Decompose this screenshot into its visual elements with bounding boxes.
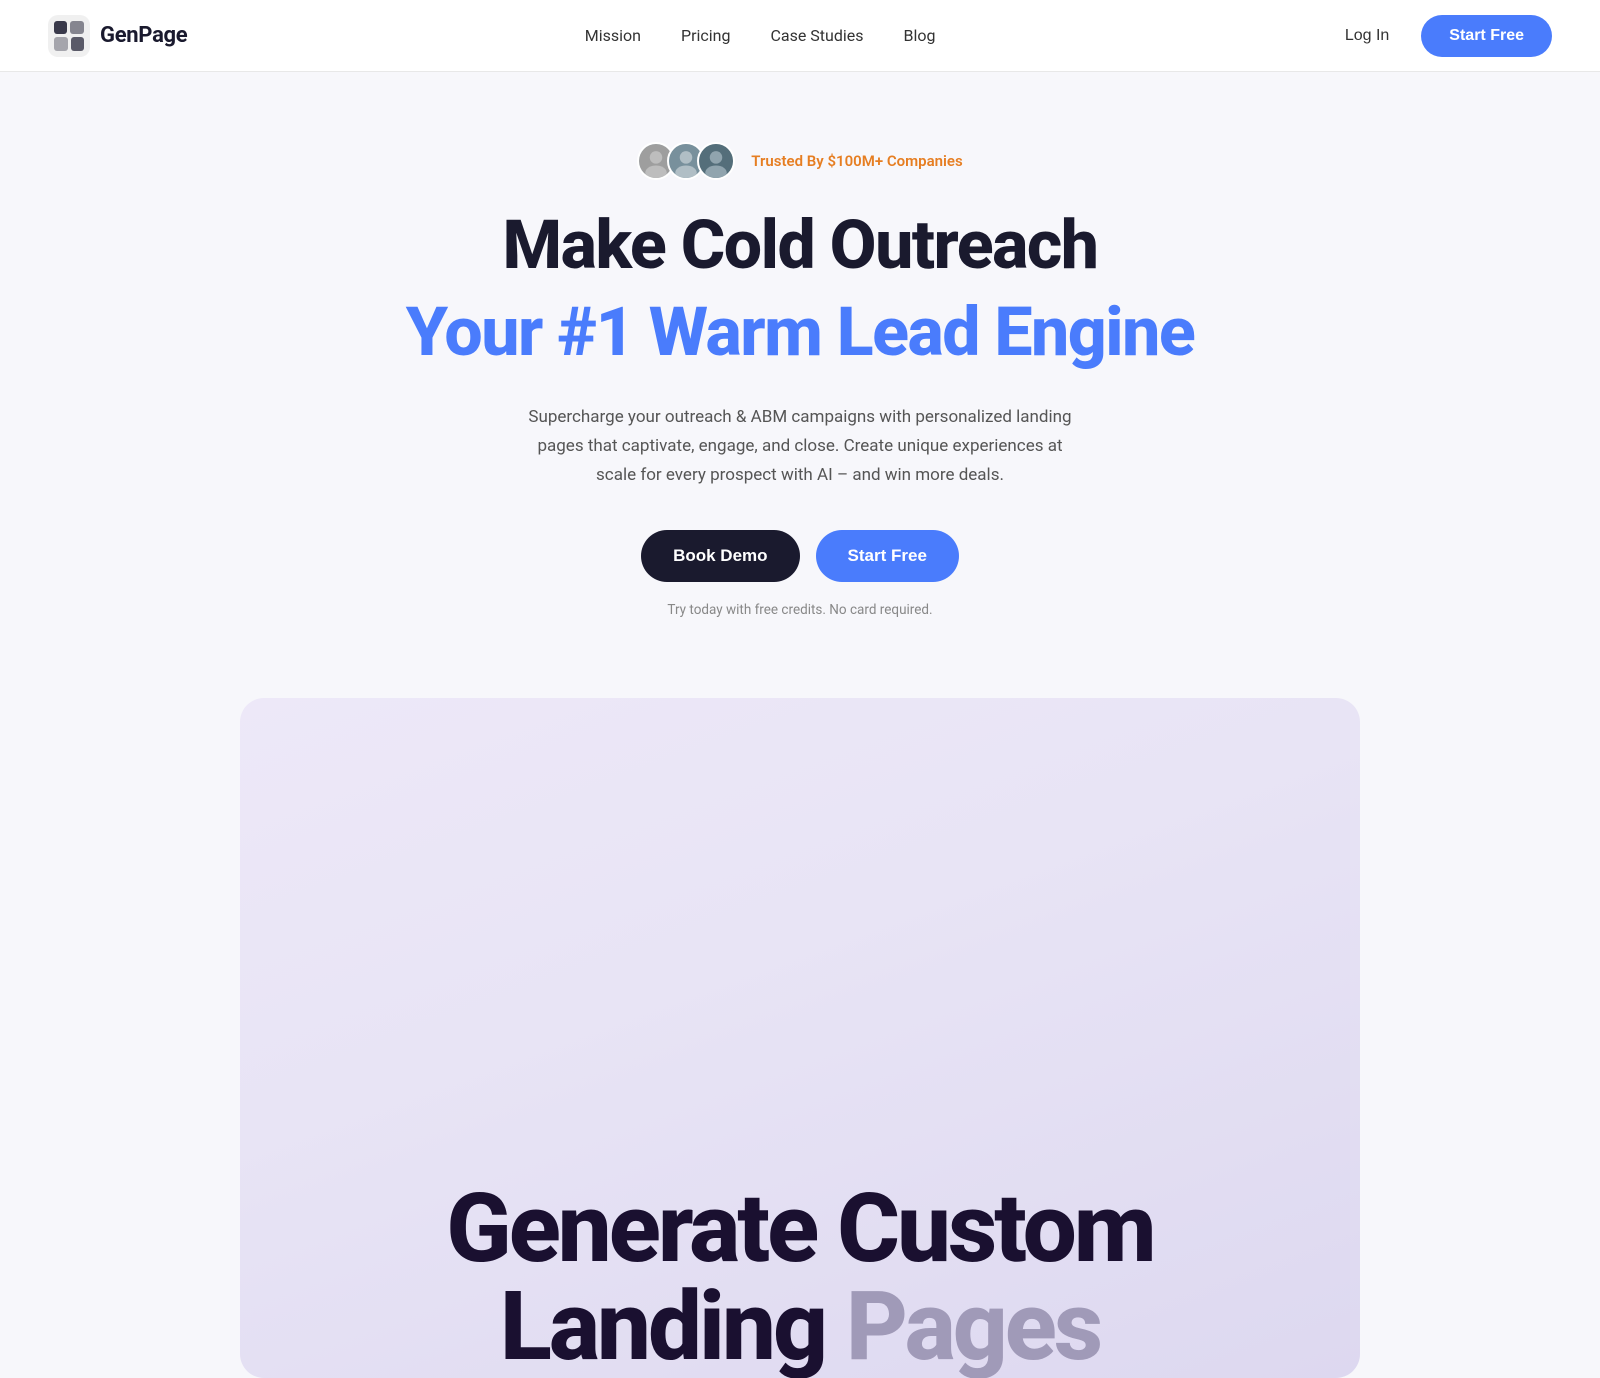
logo-text: GenPage (100, 23, 187, 48)
navbar: GenPage Mission Pricing Case Studies Blo… (0, 0, 1600, 72)
hero-subtext: Try today with free credits. No card req… (667, 602, 932, 618)
hero-headline-line1: Make Cold Outreach (503, 208, 1098, 283)
start-free-hero-button[interactable]: Start Free (816, 530, 959, 582)
genpage-logo-icon (48, 15, 90, 57)
hero-buttons: Book Demo Start Free (641, 530, 959, 582)
feature-title-line1: Generate Custom (320, 1181, 1280, 1277)
trusted-avatars (637, 142, 727, 180)
main-nav: Mission Pricing Case Studies Blog (585, 26, 936, 45)
feature-title-word-landing: Landing (500, 1271, 825, 1378)
nav-item-case-studies[interactable]: Case Studies (770, 26, 863, 45)
feature-title-word-pages: Pages (846, 1271, 1100, 1378)
nav-item-blog[interactable]: Blog (904, 26, 936, 45)
hero-section: Trusted By $100M+ Companies Make Cold Ou… (0, 72, 1600, 678)
hero-description: Supercharge your outreach & ABM campaign… (520, 403, 1080, 490)
trusted-badge-text: Trusted By $100M+ Companies (751, 152, 962, 170)
logo-link[interactable]: GenPage (48, 15, 187, 57)
feature-card: Generate Custom Landing Pages (240, 698, 1360, 1378)
start-free-nav-button[interactable]: Start Free (1421, 15, 1552, 57)
feature-preview-section: Generate Custom Landing Pages (0, 678, 1600, 1378)
hero-headline-line2: Your #1 Warm Lead Engine (406, 293, 1195, 371)
feature-title-line2: Landing Pages (320, 1277, 1280, 1378)
nav-item-pricing[interactable]: Pricing (681, 26, 731, 45)
avatar-3 (697, 142, 735, 180)
feature-card-text: Generate Custom Landing Pages (320, 1181, 1280, 1378)
nav-item-mission[interactable]: Mission (585, 26, 641, 45)
trusted-badge: Trusted By $100M+ Companies (637, 142, 962, 180)
login-button[interactable]: Log In (1333, 19, 1401, 53)
navbar-actions: Log In Start Free (1333, 15, 1552, 57)
book-demo-button[interactable]: Book Demo (641, 530, 799, 582)
